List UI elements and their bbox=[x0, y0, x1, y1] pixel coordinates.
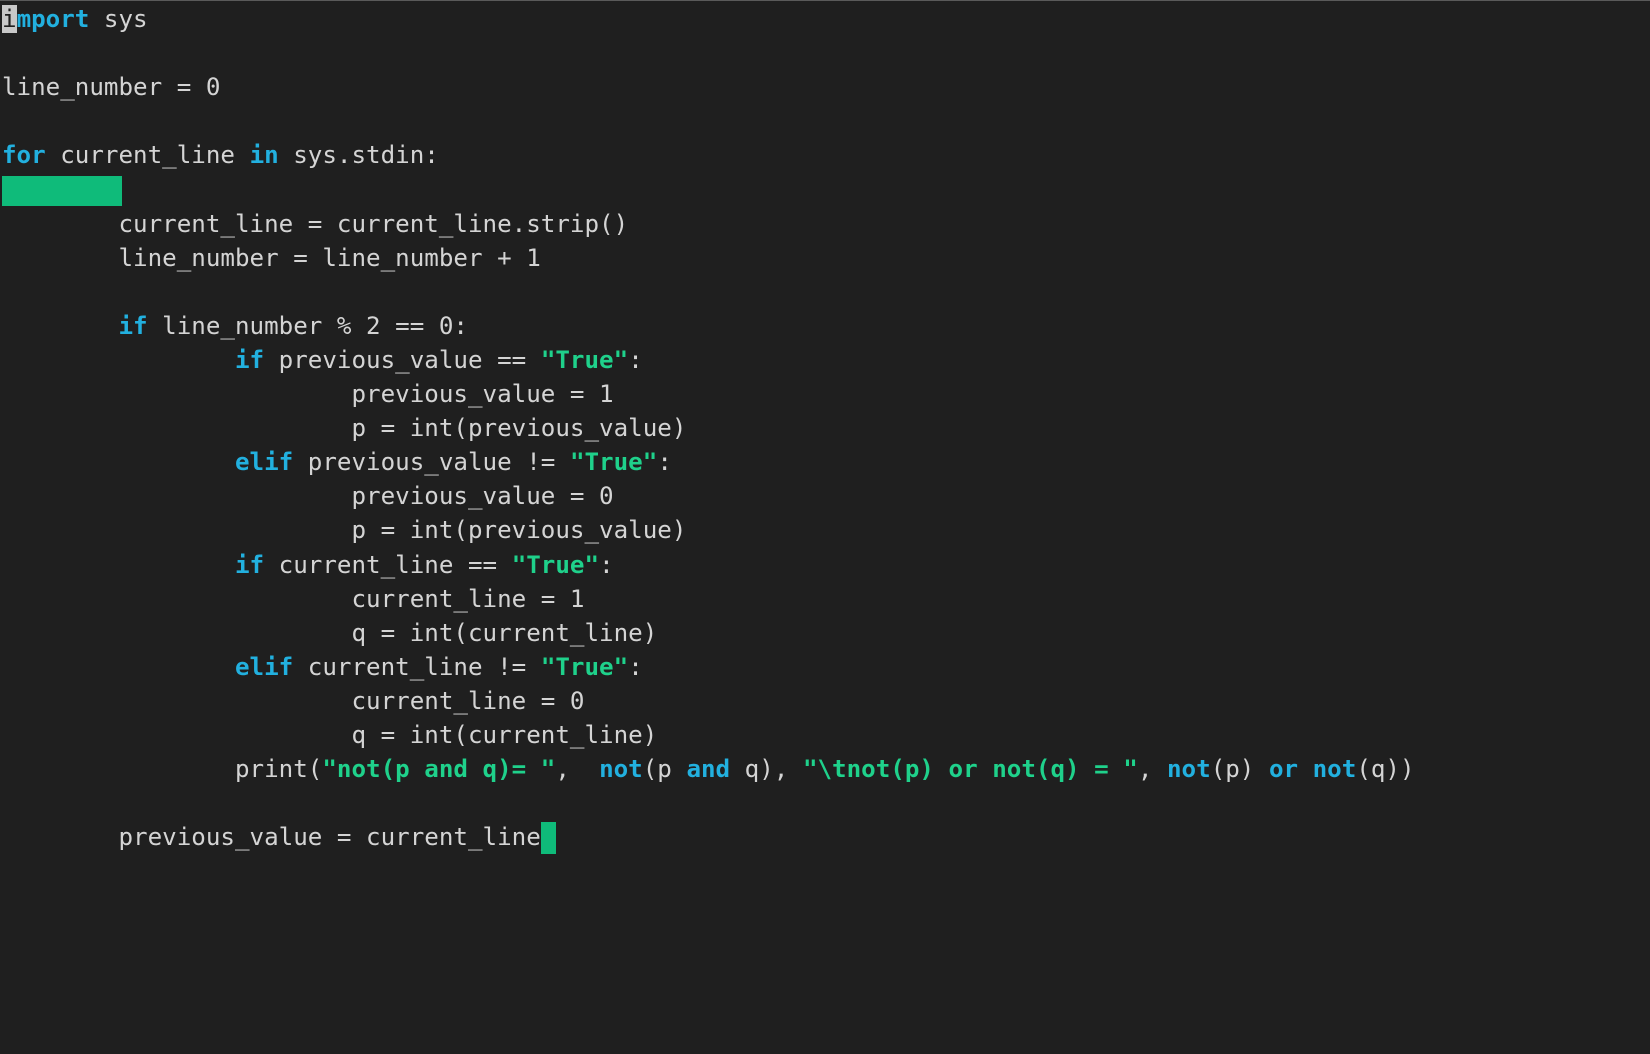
code-line[interactable]: if line_number % 2 == 0: bbox=[2, 309, 1415, 343]
code-token: : bbox=[657, 448, 672, 477]
code-line[interactable]: elif current_line != "True": bbox=[2, 650, 1415, 684]
code-line[interactable]: current_line = 0 bbox=[2, 684, 1415, 718]
code-token: sys bbox=[89, 5, 148, 33]
string-token: "True" bbox=[540, 652, 629, 681]
code-token: p = int(previous_value) bbox=[2, 414, 687, 443]
code-token: current_line == bbox=[264, 550, 512, 579]
keyword-token: for bbox=[2, 141, 46, 170]
text-cursor bbox=[540, 822, 556, 855]
code-line[interactable]: current_line = current_line.strip() bbox=[2, 207, 1415, 241]
string-token: "True" bbox=[511, 550, 600, 579]
code-line[interactable]: elif previous_value != "True": bbox=[2, 445, 1415, 479]
code-token: p = int(previous_value) bbox=[2, 516, 687, 545]
code-line[interactable]: print("not(p and q)= ", not(p and q), "\… bbox=[2, 752, 1415, 786]
code-token: (p bbox=[642, 755, 687, 784]
code-token: line_number % 2 == 0: bbox=[147, 311, 468, 340]
keyword-token: and bbox=[686, 755, 731, 784]
code-token: print( bbox=[2, 755, 323, 784]
code-token: : bbox=[628, 345, 643, 374]
code-token: current_line != bbox=[293, 652, 541, 681]
keyword-token: not bbox=[1167, 755, 1211, 784]
keyword-token: not bbox=[1312, 755, 1357, 784]
code-token: q = int(current_line) bbox=[2, 720, 658, 749]
code-line[interactable]: if current_line == "True": bbox=[2, 548, 1415, 582]
code-line[interactable]: for current_line in sys.stdin: bbox=[2, 138, 1415, 172]
code-token: current_line = 0 bbox=[2, 686, 585, 715]
keyword-token: or bbox=[1268, 755, 1299, 784]
code-token: previous_value = 0 bbox=[2, 482, 614, 511]
code-editor[interactable]: import sys line_number = 0 for current_lin… bbox=[2, 2, 1415, 855]
string-token: "True" bbox=[540, 345, 629, 374]
code-line[interactable]: p = int(previous_value) bbox=[2, 513, 1415, 547]
string-token: "\tnot(p) or not(q) = " bbox=[802, 755, 1138, 784]
code-line[interactable] bbox=[2, 275, 1415, 309]
cursor-char: i bbox=[2, 5, 17, 33]
keyword-token: elif bbox=[235, 652, 294, 681]
code-line[interactable] bbox=[2, 786, 1415, 820]
keyword-token: in bbox=[249, 141, 279, 170]
code-line[interactable]: if previous_value == "True": bbox=[2, 343, 1415, 377]
keyword-token: mport bbox=[16, 5, 90, 33]
code-line[interactable]: import sys bbox=[2, 2, 1415, 36]
code-line[interactable]: line_number = line_number + 1 bbox=[2, 241, 1415, 275]
code-token: previous_value = current_line bbox=[2, 823, 541, 852]
code-token: line_number = line_number + 1 bbox=[2, 243, 541, 272]
code-line[interactable]: previous_value = 0 bbox=[2, 479, 1415, 513]
keyword-token: if bbox=[235, 345, 265, 374]
code-token: previous_value != bbox=[293, 448, 570, 477]
code-token: previous_value == bbox=[264, 345, 541, 374]
code-line[interactable] bbox=[2, 104, 1415, 138]
code-line[interactable] bbox=[2, 36, 1415, 70]
code-line[interactable]: previous_value = 1 bbox=[2, 377, 1415, 411]
code-line[interactable]: line_number = 0 bbox=[2, 70, 1415, 104]
code-line[interactable]: current_line = 1 bbox=[2, 582, 1415, 616]
code-line[interactable]: q = int(current_line) bbox=[2, 616, 1415, 650]
keyword-token: not bbox=[599, 755, 643, 784]
code-token: current_line = current_line.strip() bbox=[2, 209, 629, 238]
keyword-token: elif bbox=[235, 448, 294, 477]
code-line[interactable]: previous_value = current_line bbox=[2, 820, 1415, 855]
code-token: current_line bbox=[45, 141, 250, 170]
string-token: "not(p and q)= " bbox=[322, 755, 556, 784]
code-token: , bbox=[555, 755, 600, 784]
code-token: line_number = 0 bbox=[2, 73, 221, 102]
code-token: sys.stdin: bbox=[278, 141, 439, 170]
code-token: q), bbox=[730, 755, 803, 784]
code-token: q = int(current_line) bbox=[2, 618, 658, 647]
code-line[interactable]: p = int(previous_value) bbox=[2, 411, 1415, 445]
keyword-token: if bbox=[118, 311, 148, 340]
code-token: current_line = 1 bbox=[2, 584, 585, 613]
code-line[interactable] bbox=[2, 172, 1415, 207]
code-token: : bbox=[599, 550, 614, 579]
code-token: (q)) bbox=[1356, 755, 1415, 784]
code-token: : bbox=[628, 652, 643, 681]
code-line[interactable]: q = int(current_line) bbox=[2, 718, 1415, 752]
code-token: (p) bbox=[1210, 755, 1269, 784]
keyword-token: if bbox=[235, 550, 265, 579]
code-token: previous_value = 1 bbox=[2, 380, 614, 409]
selection-block bbox=[2, 176, 122, 207]
code-token: , bbox=[1137, 755, 1167, 784]
string-token: "True" bbox=[569, 448, 658, 477]
